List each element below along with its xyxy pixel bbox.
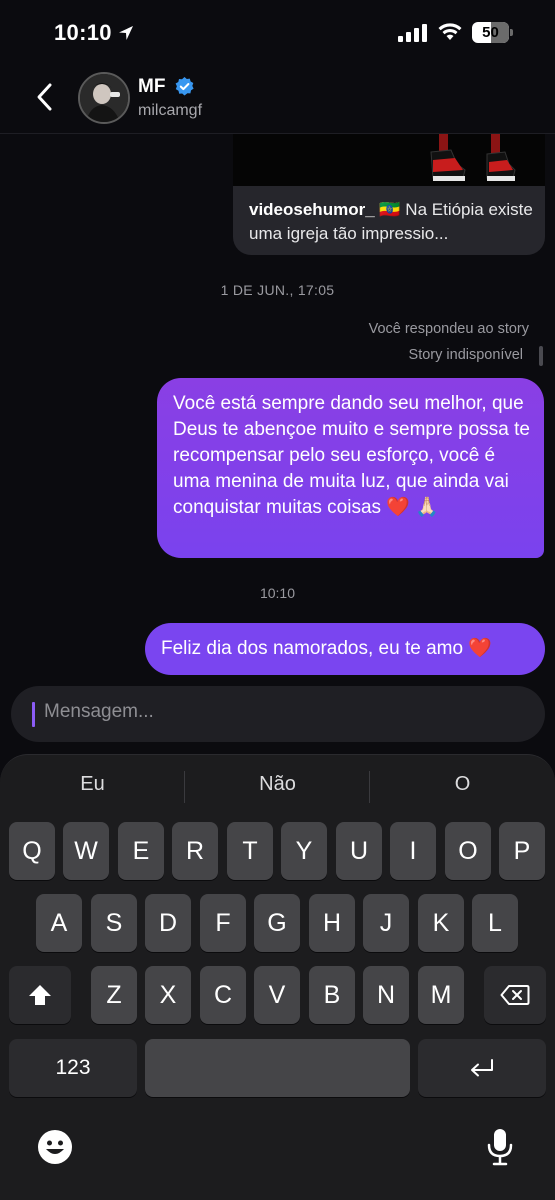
key-s[interactable]: S [91, 894, 137, 952]
message-input[interactable]: Mensagem... [44, 701, 154, 723]
shift-icon [29, 985, 51, 1005]
sneakers-image [430, 134, 516, 181]
key-l[interactable]: L [472, 894, 518, 952]
story-reply-label: Você respondeu ao story [368, 321, 529, 337]
key-c[interactable]: C [200, 966, 246, 1024]
key-j[interactable]: J [363, 894, 409, 952]
keyboard: Eu Não O Q W E R T Y U I O P A S D F G H… [0, 754, 555, 1200]
chat-header: MF milcamgf [0, 66, 555, 134]
return-key[interactable] [418, 1039, 546, 1097]
message-bubble[interactable]: Você está sempre dando seu melhor, que D… [157, 378, 544, 558]
back-button[interactable] [30, 80, 62, 114]
delete-key[interactable] [484, 966, 546, 1024]
shared-post-caption: videosehumor_ 🇪🇹 Na Etiópia existe uma i… [249, 198, 535, 246]
flag-emoji: 🇪🇹 [379, 200, 401, 219]
battery-icon: 50 [472, 22, 514, 43]
delete-icon [500, 985, 530, 1005]
cellular-signal-icon [398, 24, 427, 42]
key-o[interactable]: O [445, 822, 491, 880]
key-d[interactable]: D [145, 894, 191, 952]
key-y[interactable]: Y [281, 822, 327, 880]
shift-key[interactable] [9, 966, 71, 1024]
key-u[interactable]: U [336, 822, 382, 880]
key-a[interactable]: A [36, 894, 82, 952]
key-n[interactable]: N [363, 966, 409, 1024]
shared-post-thumbnail [233, 134, 545, 186]
key-x[interactable]: X [145, 966, 191, 1024]
emoji-icon[interactable] [37, 1129, 73, 1165]
key-g[interactable]: G [254, 894, 300, 952]
profile-photo-icon [80, 74, 128, 122]
key-e[interactable]: E [118, 822, 164, 880]
shared-post-card[interactable]: videosehumor_ 🇪🇹 Na Etiópia existe uma i… [233, 134, 545, 255]
key-z[interactable]: Z [91, 966, 137, 1024]
suggestion-2[interactable]: Não [185, 773, 370, 796]
key-q[interactable]: Q [9, 822, 55, 880]
key-v[interactable]: V [254, 966, 300, 1024]
status-time: 10:10 [54, 20, 112, 45]
numbers-key[interactable]: 123 [9, 1039, 137, 1097]
status-bar: 10:10 50 [0, 0, 555, 66]
timestamp: 10:10 [259, 585, 296, 601]
key-h[interactable]: H [309, 894, 355, 952]
microphone-icon[interactable] [486, 1127, 514, 1167]
verified-badge-icon [175, 77, 194, 96]
wifi-icon [438, 23, 462, 40]
contact-name[interactable]: MF [138, 76, 165, 98]
return-icon [471, 1059, 493, 1077]
key-m[interactable]: M [418, 966, 464, 1024]
contact-handle[interactable]: milcamgf [138, 102, 202, 120]
message-composer[interactable]: Mensagem... [11, 686, 545, 742]
story-unavailable-label: Story indisponível [408, 347, 523, 363]
key-k[interactable]: K [418, 894, 464, 952]
key-w[interactable]: W [63, 822, 109, 880]
key-r[interactable]: R [172, 822, 218, 880]
shared-post-username: videosehumor_ [249, 200, 375, 219]
location-arrow-icon [119, 26, 133, 40]
space-key[interactable] [145, 1039, 410, 1097]
message-bubble[interactable]: Feliz dia dos namorados, eu te amo ❤️ [145, 623, 545, 675]
avatar[interactable] [78, 72, 130, 124]
text-cursor [32, 702, 35, 727]
key-f[interactable]: F [200, 894, 246, 952]
suggestion-1[interactable]: Eu [0, 773, 185, 796]
story-reply-indicator [539, 346, 543, 366]
key-t[interactable]: T [227, 822, 273, 880]
key-b[interactable]: B [309, 966, 355, 1024]
key-i[interactable]: I [390, 822, 436, 880]
timestamp: 1 DE JUN., 17:05 [220, 282, 335, 298]
suggestion-3[interactable]: O [370, 773, 555, 796]
key-p[interactable]: P [499, 822, 545, 880]
battery-level: 50 [482, 24, 499, 41]
